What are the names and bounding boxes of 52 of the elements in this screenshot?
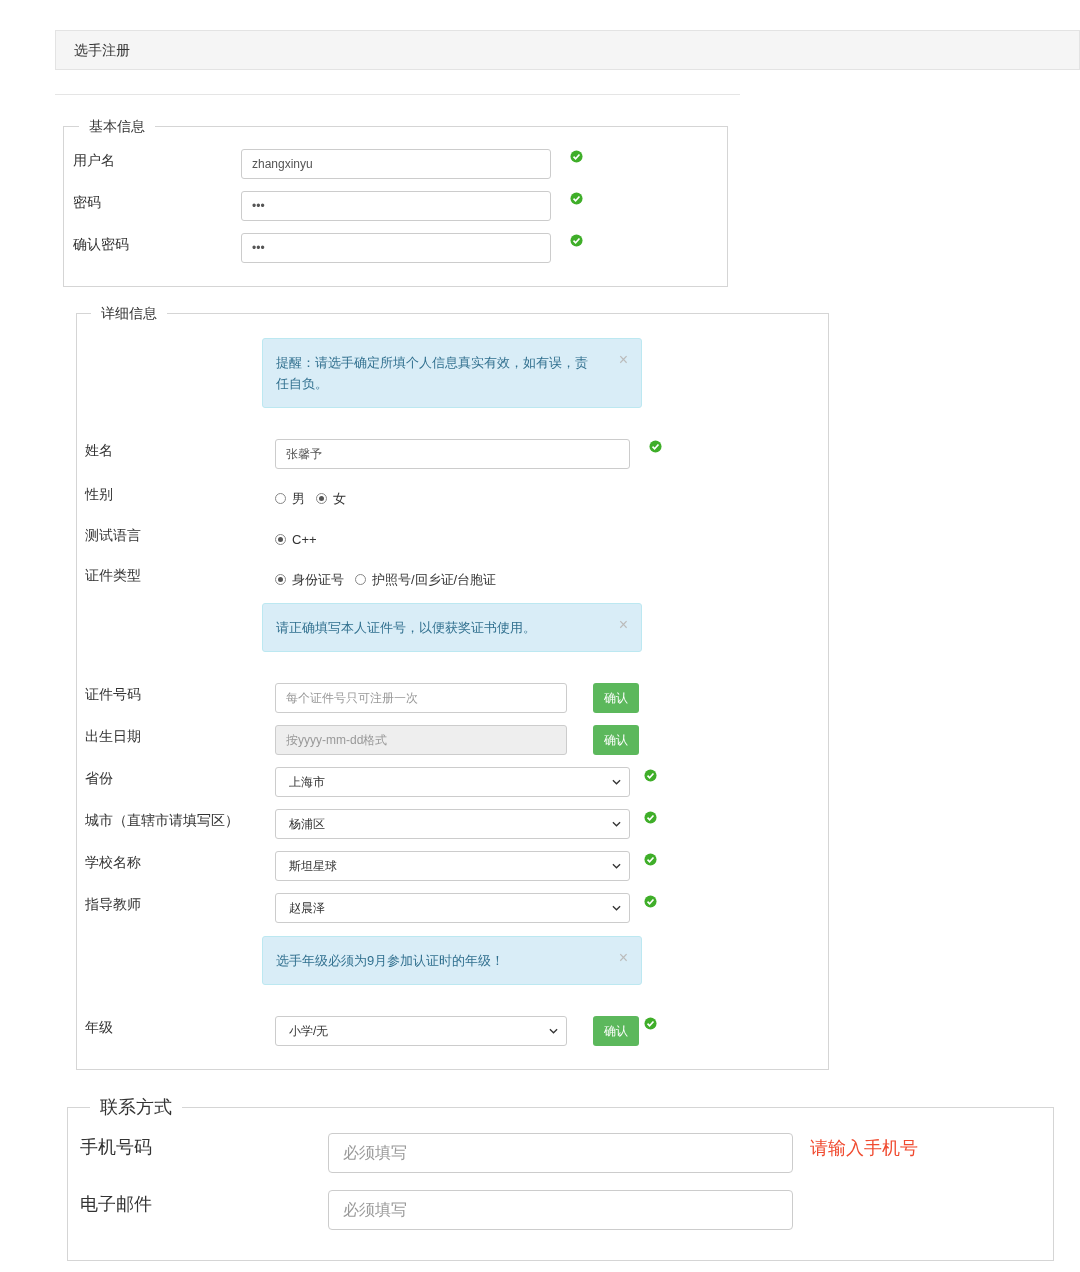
dropdown[interactable]: 斯坦星球 [275, 850, 630, 881]
radio-label: C++ [292, 530, 317, 549]
field-label: 证件号码 [85, 684, 142, 704]
field-label: 电子邮件 [80, 1192, 153, 1216]
field-label: 手机号码 [80, 1135, 153, 1159]
field-label: 省份 [85, 768, 114, 788]
dropdown[interactable]: 小学/无 [275, 1015, 567, 1046]
text-field[interactable]: 必须填写 [328, 1132, 793, 1173]
field-label: 密码 [73, 193, 102, 212]
field-label: 证件类型 [85, 566, 142, 585]
chevron-icon [612, 904, 621, 911]
text-field[interactable]: ••• [241, 191, 551, 221]
text-field[interactable]: 每个证件号只可注册一次 [275, 682, 567, 713]
chevron-icon [612, 862, 621, 869]
radio-button[interactable] [355, 574, 366, 586]
error-message: 请输入手机号 [810, 1136, 918, 1160]
radio-button[interactable] [275, 493, 286, 505]
text-field[interactable]: ••• [241, 233, 551, 263]
field-label: 确认密码 [73, 235, 130, 254]
section-legend: 详细信息 [91, 303, 167, 324]
field-label: 城市（直辖市请填写区） [85, 810, 240, 830]
text-field: 按yyyy-mm-dd格式 [275, 724, 567, 755]
chevron-icon [612, 778, 621, 785]
text-field[interactable]: 必须填写 [328, 1189, 793, 1230]
radio-label: 女 [333, 490, 346, 508]
alert-text: 请正确填写本人证件号，以便获奖证书使用。 [276, 618, 537, 637]
field-label: 出生日期 [85, 726, 142, 746]
radio-label: 男 [292, 490, 305, 508]
alert-text: 选手年级必须为9月参加认证时的年级！ [276, 951, 506, 970]
text-field[interactable]: zhangxinyu [241, 149, 551, 179]
field-label: 用户名 [73, 151, 116, 170]
field-label: 测试语言 [85, 525, 142, 545]
radio-label: 身份证号 [292, 571, 344, 589]
section-legend: 联系方式 [90, 1093, 182, 1121]
dropdown[interactable]: 杨浦区 [275, 808, 630, 839]
radio-button[interactable] [275, 574, 286, 586]
chevron-icon [549, 1027, 558, 1034]
page-title: 选手注册 [74, 40, 130, 60]
field-label: 性别 [85, 485, 114, 504]
field-label: 指导教师 [85, 894, 142, 914]
chevron-icon [612, 820, 621, 827]
section-legend: 基本信息 [79, 116, 155, 137]
field-label: 学校名称 [85, 852, 142, 872]
field-label: 姓名 [85, 441, 114, 460]
radio-label: 护照号/回乡证/台胞证 [372, 571, 497, 589]
field-label: 年级 [85, 1017, 114, 1037]
text-field[interactable]: 张馨予 [275, 439, 630, 469]
dropdown[interactable]: 上海市 [275, 766, 630, 797]
alert-text: 提醒：请选手确定所填个人信息真实有效，如有误，责任自负。 [276, 354, 588, 393]
radio-button[interactable] [316, 493, 327, 505]
dropdown[interactable]: 赵晨泽 [275, 892, 630, 923]
radio-button[interactable] [275, 533, 286, 545]
